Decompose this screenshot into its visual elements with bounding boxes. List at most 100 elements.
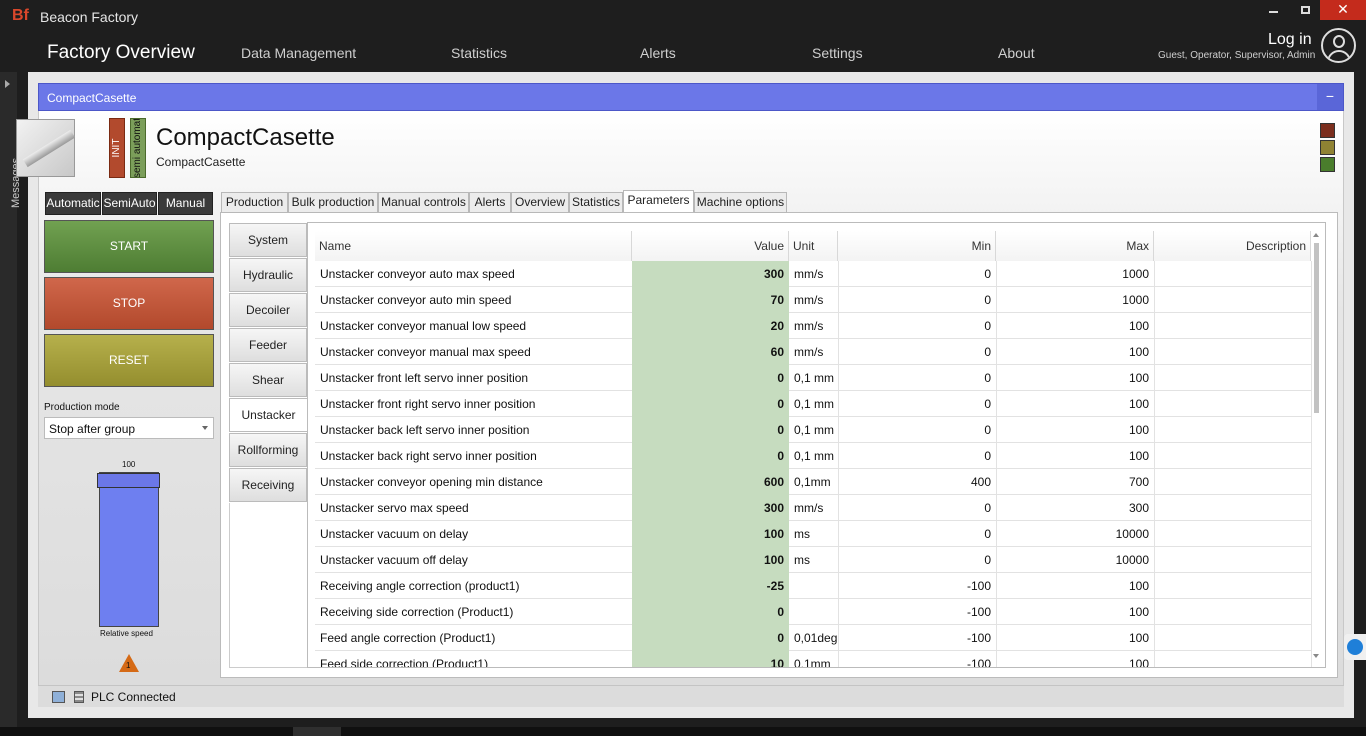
cell-value[interactable]: 70 xyxy=(632,287,789,313)
maximize-button[interactable] xyxy=(1288,0,1322,20)
cell-desc xyxy=(1154,547,1311,573)
table-row[interactable]: Receiving side correction (Product1) 0 -10… xyxy=(315,599,1311,625)
table-row[interactable]: Unstacker conveyor manual low speed 20 mm/… xyxy=(315,313,1311,339)
table-row[interactable]: Unstacker conveyor opening min distance 6… xyxy=(315,469,1311,495)
table-row[interactable]: Unstacker back left servo inner position… xyxy=(315,417,1311,443)
table-row[interactable]: Unstacker front left servo inner positio… xyxy=(315,365,1311,391)
column-header-description[interactable]: Description xyxy=(1154,231,1311,261)
cell-value[interactable]: 100 xyxy=(632,547,789,573)
tab-bulk-production[interactable]: Bulk production xyxy=(288,192,378,213)
cell-value[interactable]: 300 xyxy=(632,261,789,287)
table-row[interactable]: Unstacker conveyor manual max speed 60 mm/… xyxy=(315,339,1311,365)
column-header-max[interactable]: Max xyxy=(996,231,1154,261)
tab-machine-options[interactable]: Machine options xyxy=(694,192,787,213)
nav-alerts[interactable]: Alerts xyxy=(640,45,676,61)
taskbar-item[interactable] xyxy=(293,727,341,736)
table-row[interactable]: Unstacker servo max speed 300 mm/s 0 300 xyxy=(315,495,1311,521)
tab-overview[interactable]: Overview xyxy=(511,192,569,213)
subtab-hydraulic[interactable]: Hydraulic xyxy=(229,258,307,292)
status-indicator-green xyxy=(1320,157,1335,172)
cell-value[interactable]: 0 xyxy=(632,599,789,625)
grid-scrollbar-thumb[interactable] xyxy=(1314,243,1319,413)
cell-desc xyxy=(1154,287,1311,313)
table-row[interactable]: Unstacker front right servo inner positi… xyxy=(315,391,1311,417)
app-logo: Bf xyxy=(12,7,29,24)
cell-value[interactable]: 0 xyxy=(632,365,789,391)
nav-settings[interactable]: Settings xyxy=(812,45,863,61)
tab-parameters[interactable]: Parameters xyxy=(623,190,694,212)
mode-manual-button[interactable]: Manual xyxy=(158,192,213,215)
cell-min: 0 xyxy=(984,449,991,463)
cell-value[interactable]: 0 xyxy=(632,443,789,469)
cell-value[interactable]: 300 xyxy=(632,495,789,521)
collapse-button[interactable]: − xyxy=(1317,84,1343,110)
cell-value[interactable]: 600 xyxy=(632,469,789,495)
cell-value[interactable]: 20 xyxy=(632,313,789,339)
subtab-shear[interactable]: Shear xyxy=(229,363,307,397)
subtab-receiving[interactable]: Receiving xyxy=(229,468,307,502)
production-mode-select[interactable]: Stop after group xyxy=(44,417,214,439)
subtab-decoiler[interactable]: Decoiler xyxy=(229,293,307,327)
user-icon[interactable] xyxy=(1321,28,1356,63)
close-button[interactable]: ✕ xyxy=(1320,0,1366,20)
subtab-unstacker[interactable]: Unstacker xyxy=(229,398,307,432)
cell-value[interactable]: 10 xyxy=(632,651,789,667)
column-header-unit[interactable]: Unit xyxy=(789,231,838,261)
cell-name: Feed angle correction (Product1) xyxy=(320,631,496,645)
messages-sidebar[interactable]: Messages xyxy=(0,72,22,736)
table-row[interactable]: Unstacker vacuum on delay 100 ms 0 10000 xyxy=(315,521,1311,547)
login-link[interactable]: Log in xyxy=(1268,31,1312,49)
cell-value[interactable]: 0 xyxy=(632,417,789,443)
reset-button[interactable]: RESET xyxy=(44,334,214,387)
cell-value[interactable]: 0 xyxy=(632,391,789,417)
relative-speed-thumb[interactable] xyxy=(97,473,160,488)
subtab-system[interactable]: System xyxy=(229,223,307,257)
speed-max-label: 100 xyxy=(122,460,136,469)
scroll-down-icon[interactable] xyxy=(1313,654,1319,658)
cell-value[interactable]: 100 xyxy=(632,521,789,547)
cell-value[interactable]: 0 xyxy=(632,625,789,651)
mode-semiauto-button[interactable]: SemiAuto xyxy=(102,192,157,215)
nav-data-management[interactable]: Data Management xyxy=(241,45,356,61)
table-row[interactable]: Feed side correction (Product1) 10 0,1mm -1… xyxy=(315,651,1311,668)
nav-about[interactable]: About xyxy=(998,45,1035,61)
table-row[interactable]: Feed angle correction (Product1) 0 0,01deg… xyxy=(315,625,1311,651)
cell-min: 0 xyxy=(984,293,991,307)
cell-name: Unstacker conveyor manual max speed xyxy=(320,345,531,359)
cell-max: 100 xyxy=(1128,345,1149,359)
table-row[interactable]: Unstacker conveyor auto max speed 300 mm/s… xyxy=(315,261,1311,287)
nav-factory-overview[interactable]: Factory Overview xyxy=(47,42,195,64)
minimize-button[interactable] xyxy=(1256,0,1290,20)
cell-min: -100 xyxy=(966,605,991,619)
subtab-rollforming[interactable]: Rollforming xyxy=(229,433,307,467)
nav-statistics[interactable]: Statistics xyxy=(451,45,507,61)
tab-production[interactable]: Production xyxy=(221,192,288,213)
status-bar: PLC Connected xyxy=(38,685,1344,707)
column-header-value[interactable]: Value xyxy=(632,231,789,261)
tab-manual-controls[interactable]: Manual controls xyxy=(378,192,469,213)
cell-min: 0 xyxy=(984,345,991,359)
table-row[interactable]: Unstacker vacuum off delay 100 ms 0 10000 xyxy=(315,547,1311,573)
start-button[interactable]: START xyxy=(44,220,214,273)
tab-statistics[interactable]: Statistics xyxy=(569,192,623,213)
relative-speed-slider[interactable] xyxy=(99,472,159,627)
column-header-name[interactable]: Name xyxy=(315,231,632,261)
table-row[interactable]: Unstacker back right servo inner positio… xyxy=(315,443,1311,469)
stop-button[interactable]: STOP xyxy=(44,277,214,330)
cell-value[interactable]: -25 xyxy=(632,573,789,599)
tab-alerts[interactable]: Alerts xyxy=(469,192,511,213)
status-indicator-red xyxy=(1320,123,1335,138)
table-row[interactable]: Receiving angle correction (product1) -25… xyxy=(315,573,1311,599)
scroll-up-icon[interactable] xyxy=(1313,233,1319,237)
cell-min: -100 xyxy=(966,657,991,668)
cell-value[interactable]: 60 xyxy=(632,339,789,365)
mode-automatic-button[interactable]: Automatic xyxy=(45,192,101,215)
subtab-feeder[interactable]: Feeder xyxy=(229,328,307,362)
expand-arrow-icon[interactable] xyxy=(5,80,10,88)
remote-support-icon[interactable] xyxy=(1344,634,1366,660)
table-row[interactable]: Unstacker conveyor auto min speed 70 mm/s 0… xyxy=(315,287,1311,313)
column-header-min[interactable]: Min xyxy=(838,231,996,261)
state-badge-init-label: INIT xyxy=(111,138,122,158)
app-title: Beacon Factory xyxy=(40,9,139,25)
cell-max: 100 xyxy=(1128,631,1149,645)
